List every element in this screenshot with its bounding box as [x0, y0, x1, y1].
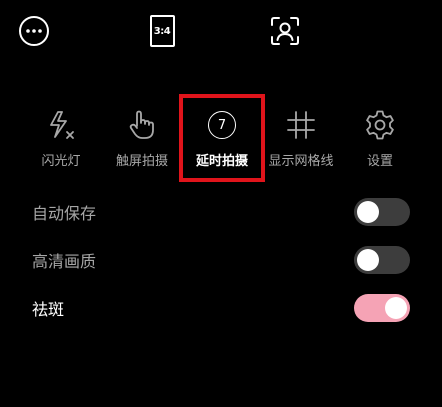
more-button[interactable]: [17, 14, 51, 48]
aspect-ratio-button[interactable]: 3:4: [145, 14, 179, 48]
toggle-knob: [357, 201, 379, 223]
hd-quality-row: 高清画质: [32, 245, 410, 275]
aspect-ratio-icon: 3:4: [149, 15, 175, 47]
timer-highlight-box: [179, 94, 265, 182]
blemish-removal-row: 祛斑: [32, 293, 410, 323]
aspect-ratio-label: 3:4: [153, 25, 171, 37]
toggle-knob: [385, 297, 407, 319]
auto-save-toggle[interactable]: [354, 198, 410, 226]
blemish-removal-toggle[interactable]: [354, 294, 410, 322]
toggle-knob: [357, 249, 379, 271]
grid-icon: [284, 108, 318, 142]
more-icon: [19, 16, 49, 46]
blemish-removal-label: 祛斑: [32, 300, 65, 319]
face-focus-button[interactable]: [268, 14, 302, 48]
gear-icon: [363, 108, 397, 142]
auto-save-label: 自动保存: [32, 204, 97, 223]
flash-button[interactable]: 闪光灯: [21, 108, 101, 169]
grid-lines-label: 显示网格线: [268, 154, 334, 169]
touch-capture-label: 触屏拍摄: [115, 154, 168, 169]
flash-label: 闪光灯: [41, 154, 81, 169]
touch-capture-icon: [125, 108, 159, 142]
face-focus-icon: [271, 17, 299, 45]
settings-button[interactable]: 设置: [340, 108, 420, 169]
touch-capture-button[interactable]: 触屏拍摄: [102, 108, 182, 169]
settings-label: 设置: [366, 154, 393, 169]
auto-save-row: 自动保存: [32, 197, 410, 227]
grid-lines-button[interactable]: 显示网格线: [261, 108, 341, 169]
hd-quality-toggle[interactable]: [354, 246, 410, 274]
flash-off-icon: [44, 108, 78, 142]
hd-quality-label: 高清画质: [32, 252, 97, 271]
